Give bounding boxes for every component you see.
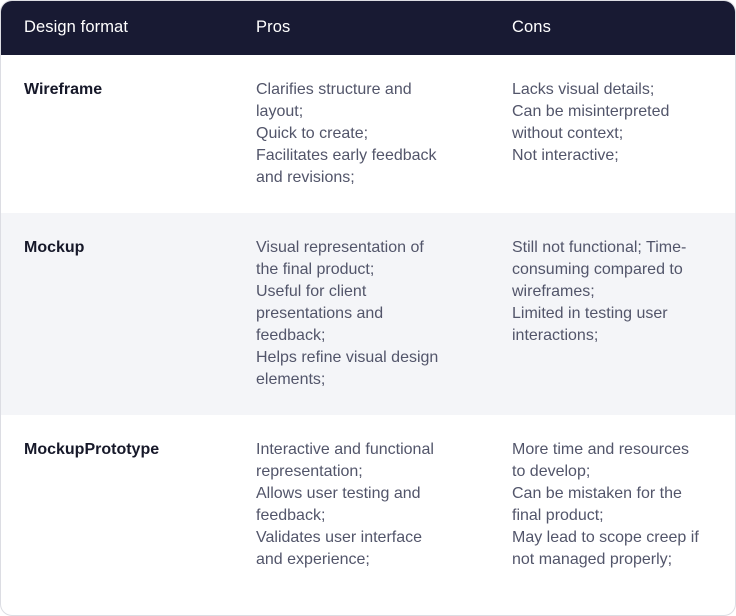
pros-item: Useful for client presentations and feed… xyxy=(256,283,384,344)
pros-item: Interactive and functional representatio… xyxy=(256,441,434,480)
cons-item: More time and resources to develop; xyxy=(512,441,689,480)
cons-item: Can be mistaken for the final product; xyxy=(512,485,682,524)
cons-list: More time and resources to develop; Can … xyxy=(512,439,702,571)
format-name: Wireframe xyxy=(24,81,103,98)
cons-item: May lead to scope creep if not managed p… xyxy=(512,529,699,568)
cons-list: Still not functional; Time-consuming com… xyxy=(512,237,702,347)
pros-item: Allows user testing and feedback; xyxy=(256,485,421,524)
pros-item: Visual representation of the final produ… xyxy=(256,239,424,278)
cons-item: Limited in testing user interactions; xyxy=(512,305,668,344)
cons-item: Lacks visual details; xyxy=(512,81,655,98)
table-row-prototype: MockupPrototype Interactive and function… xyxy=(1,415,735,615)
pros-item: Validates user interface and experience; xyxy=(256,529,423,568)
cons-item: Can be misinterpreted without context; xyxy=(512,103,670,142)
format-name: MockupPrototype xyxy=(24,441,160,458)
pros-list: Clarifies structure and layout; Quick to… xyxy=(256,79,441,189)
format-name: Mockup xyxy=(24,239,85,256)
table-row-wireframe: Wireframe Clarifies structure and layout… xyxy=(1,55,735,213)
cons-item: Not interactive; xyxy=(512,147,619,164)
comparison-table: Design format Pros Cons Wireframe Clarif… xyxy=(0,0,736,616)
pros-item: Facilitates early feedback and revisions… xyxy=(256,147,437,186)
pros-item: Quick to create; xyxy=(256,125,369,142)
table-header-row: Design format Pros Cons xyxy=(1,1,735,55)
pros-list: Visual representation of the final produ… xyxy=(256,237,441,391)
pros-list: Interactive and functional representatio… xyxy=(256,439,441,571)
header-design-format: Design format xyxy=(24,18,129,36)
cons-list: Lacks visual details; Can be misinterpre… xyxy=(512,79,702,167)
pros-item: Clarifies structure and layout; xyxy=(256,81,412,120)
table-row-mockup: Mockup Visual representation of the fina… xyxy=(1,213,735,415)
cons-item: Still not functional; Time-consuming com… xyxy=(512,239,687,300)
header-cons: Cons xyxy=(512,18,551,36)
header-pros: Pros xyxy=(256,18,291,36)
pros-item: Helps refine visual design elements; xyxy=(256,349,439,388)
